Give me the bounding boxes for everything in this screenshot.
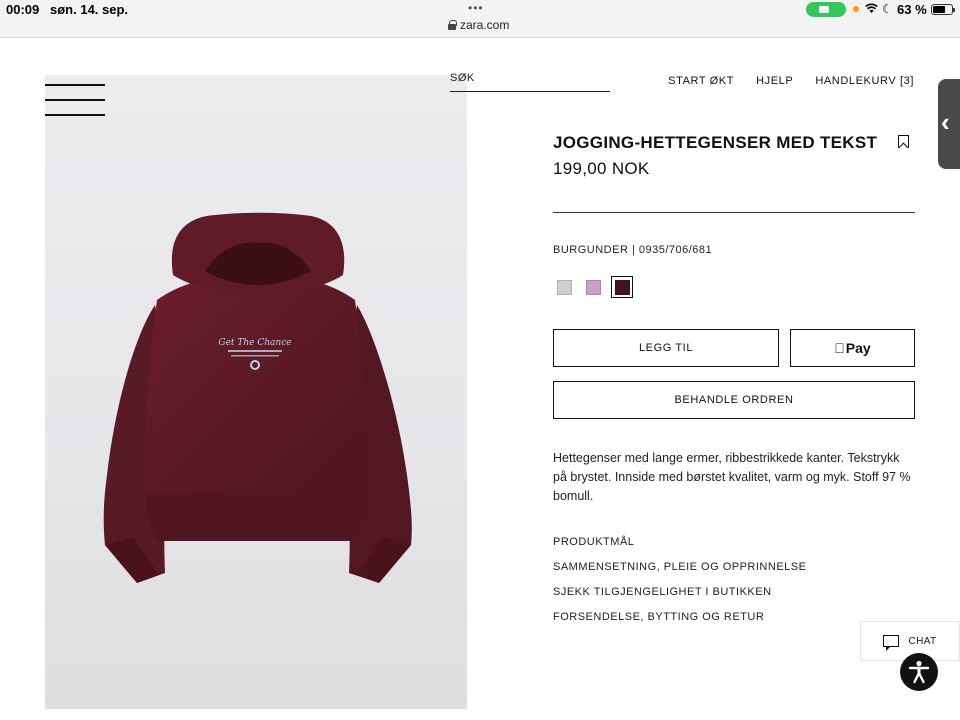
hoodie-print-text: Get The Chance [218, 338, 291, 348]
accessibility-button[interactable] [900, 653, 938, 691]
add-to-cart-button[interactable]: LEGG TIL [553, 329, 779, 367]
process-order-button[interactable]: BEHANDLE ORDREN [553, 381, 915, 419]
link-composition[interactable]: SAMMENSETNING, PLEIE OG OPPRINNELSE [553, 561, 806, 573]
product-info-links: PRODUKTMÅL SAMMENSETNING, PLEIE OG OPPRI… [553, 536, 806, 623]
battery-icon [931, 4, 955, 15]
chat-label: CHAT [908, 635, 937, 647]
multitasking-dots-icon[interactable]: ••• [468, 1, 484, 15]
nav-login[interactable]: START ØKT [668, 75, 734, 87]
status-bar: 00:09 søn. 14. sep. ••• zara.com ☾ 63 % [0, 0, 960, 38]
status-time: 00:09 [6, 2, 40, 17]
moon-icon: ☾ [882, 2, 893, 16]
chat-bubble-icon [883, 635, 900, 651]
accessibility-icon [908, 660, 930, 684]
nav-help[interactable]: HJELP [756, 75, 793, 87]
link-shipping-returns[interactable]: FORSENDELSE, BYTTING OG RETUR [553, 611, 806, 623]
menu-icon[interactable] [45, 84, 105, 118]
battery-percent: 63 % [897, 2, 927, 17]
status-date: søn. 14. sep. [50, 2, 129, 17]
microphone-indicator-icon [853, 6, 859, 12]
product-title: JOGGING-HETTEGENSER MED TEKST [553, 133, 878, 152]
apple-pay-label: Pay [840, 340, 871, 356]
swatch-light-grey[interactable] [553, 276, 575, 298]
link-store-availability[interactable]: SJEKK TILGJENGELIGHET I BUTIKKEN [553, 586, 806, 598]
camera-indicator-icon [806, 2, 846, 17]
divider [553, 212, 915, 213]
chevron-left-icon: ‹ [941, 107, 950, 137]
swatch-lilac[interactable] [582, 276, 604, 298]
search-input[interactable]: SØK [450, 72, 610, 92]
top-nav: START ØKT HJELP HANDLEKURV [3] [668, 75, 914, 87]
product-price: 199,00 NOK [553, 159, 650, 178]
side-panel-tab[interactable]: ‹ [938, 79, 960, 169]
swatch-burgundy[interactable] [611, 276, 633, 298]
wifi-icon [865, 3, 878, 17]
product-image[interactable]: Get The Chance [45, 75, 467, 709]
color-reference: BURGUNDER | 0935/706/681 [553, 244, 713, 256]
url-text: zara.com [460, 18, 510, 32]
product-description: Hettegenser med lange ermer, ribbestrikk… [553, 451, 911, 503]
hoodie-illustration: Get The Chance [103, 212, 412, 583]
link-measurements[interactable]: PRODUKTMÅL [553, 536, 806, 548]
color-swatches [553, 276, 633, 298]
address-bar[interactable]: zara.com [448, 18, 509, 32]
bookmark-icon[interactable] [898, 135, 909, 148]
lock-icon [448, 20, 457, 30]
nav-cart[interactable]: HANDLEKURV [3] [815, 75, 914, 87]
apple-logo-icon:  [834, 340, 845, 356]
apple-pay-button[interactable]: Pay [790, 329, 915, 367]
